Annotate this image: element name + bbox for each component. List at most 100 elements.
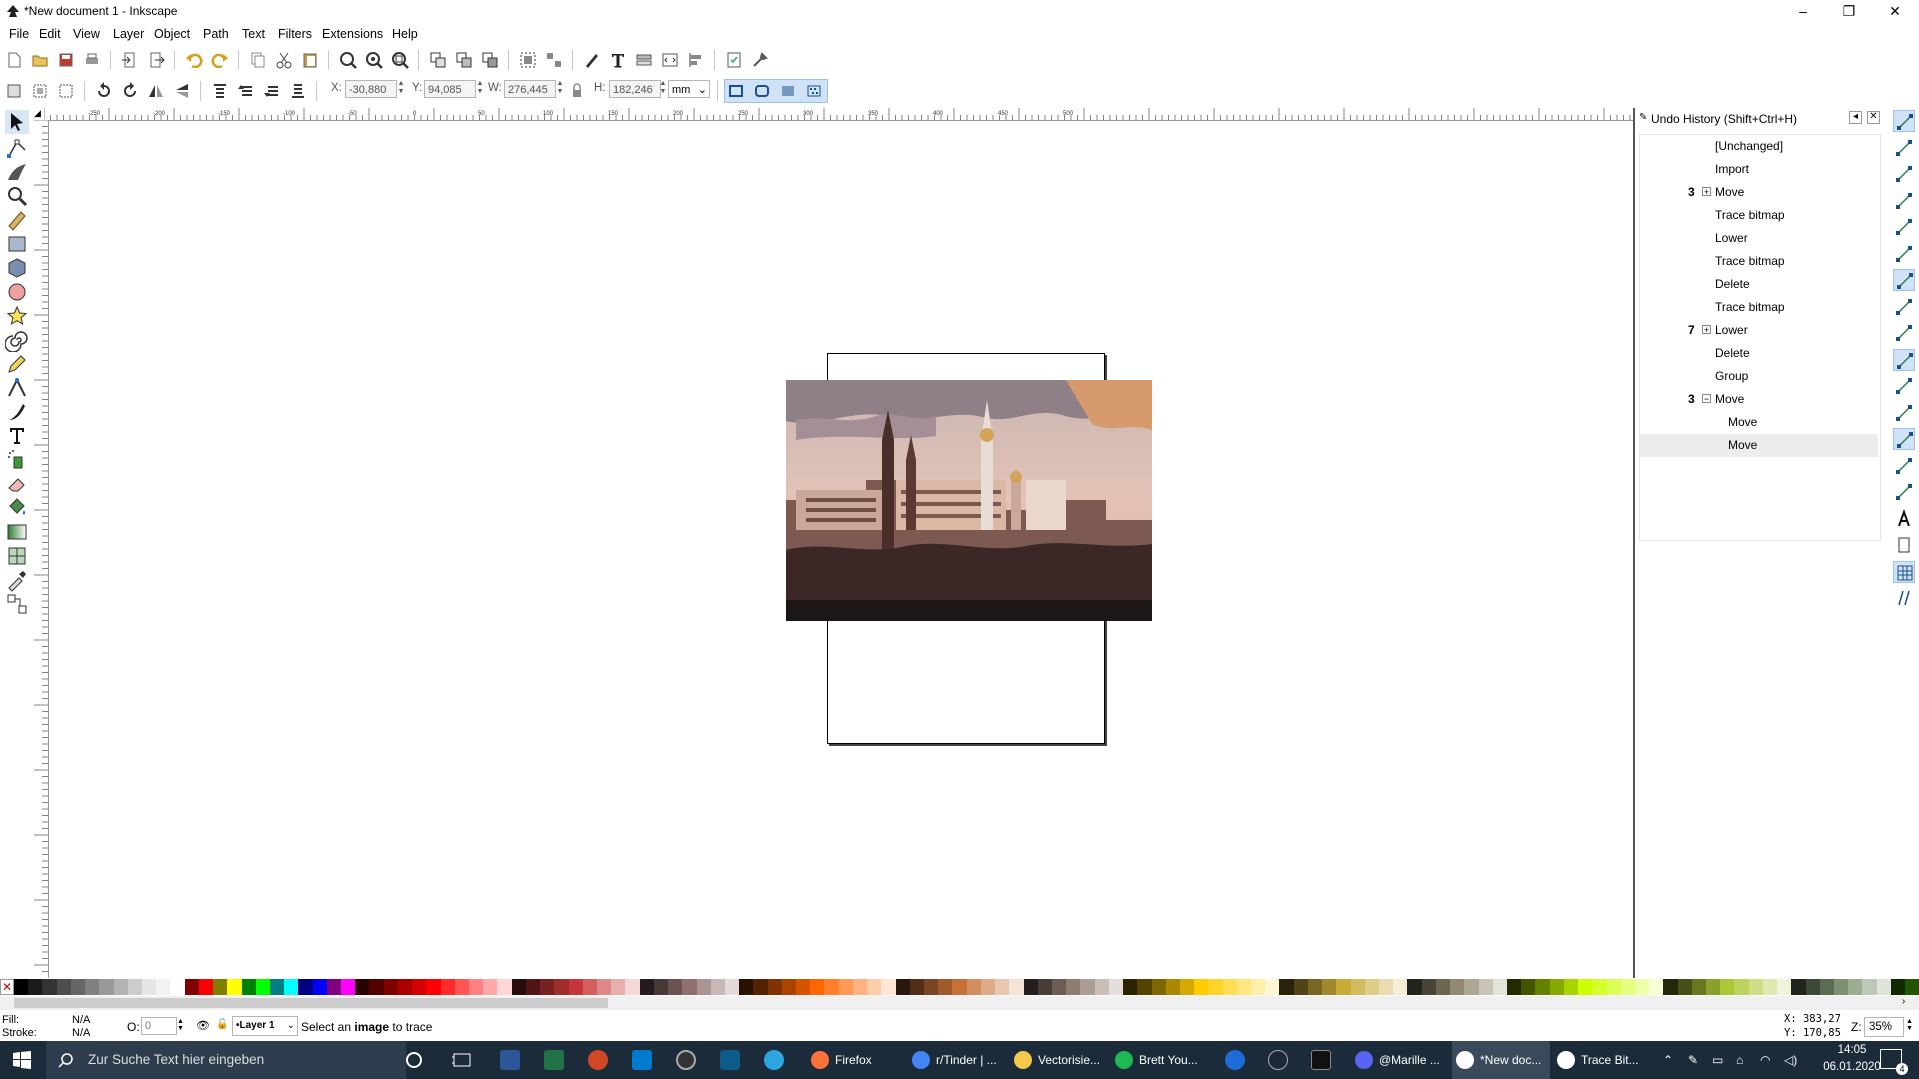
- copy-icon[interactable]: [248, 50, 268, 70]
- color-swatch[interactable]: [483, 979, 498, 995]
- epic-games-icon[interactable]: [1311, 1050, 1331, 1070]
- task-view-icon[interactable]: [452, 1051, 472, 1069]
- menu-text[interactable]: Text: [242, 27, 265, 41]
- transform-patterns-icon[interactable]: [804, 81, 824, 101]
- w-field[interactable]: 276,445: [504, 80, 556, 98]
- color-swatch[interactable]: [1748, 979, 1763, 995]
- color-swatch[interactable]: [1208, 979, 1223, 995]
- duplicate-icon[interactable]: [428, 50, 448, 70]
- color-swatch[interactable]: [653, 979, 669, 995]
- 3d-box-tool-icon[interactable]: [5, 256, 29, 280]
- color-swatch[interactable]: [1450, 979, 1465, 995]
- app-icon[interactable]: [720, 1050, 740, 1070]
- opacity-spinner[interactable]: ▲ ▼: [177, 1018, 184, 1032]
- history-item[interactable]: 3 + Move: [1640, 181, 1878, 204]
- color-swatch[interactable]: [1677, 979, 1692, 995]
- color-swatch[interactable]: [540, 979, 555, 995]
- color-swatch[interactable]: [838, 979, 853, 995]
- color-swatch[interactable]: [611, 979, 626, 995]
- import-icon[interactable]: [120, 50, 140, 70]
- redo-icon[interactable]: [210, 50, 230, 70]
- mesh-tool-icon[interactable]: [5, 544, 29, 568]
- color-swatch[interactable]: [995, 979, 1010, 995]
- print-icon[interactable]: [82, 50, 102, 70]
- color-swatch[interactable]: [1862, 979, 1877, 995]
- taskbar-app-button[interactable]: Vectorisie...: [1010, 1041, 1108, 1079]
- zoom-field[interactable]: 35%: [1864, 1017, 1904, 1037]
- color-swatch[interactable]: [1179, 979, 1195, 995]
- star-tool-icon[interactable]: [5, 304, 29, 328]
- color-swatch[interactable]: [1364, 979, 1379, 995]
- color-swatch[interactable]: [1606, 979, 1621, 995]
- color-swatch[interactable]: [1066, 979, 1081, 995]
- color-swatch[interactable]: [511, 979, 526, 995]
- snap-bbox-edge-icon[interactable]: [1893, 163, 1915, 185]
- history-item[interactable]: Trace bitmap: [1640, 296, 1878, 319]
- color-swatch[interactable]: [952, 979, 967, 995]
- excel-icon[interactable]: [544, 1050, 564, 1070]
- color-swatch[interactable]: [938, 979, 953, 995]
- color-swatch[interactable]: [568, 979, 583, 995]
- clock-time[interactable]: 14:05: [1822, 1044, 1882, 1056]
- search-box[interactable]: Zur Suche Text hier eingeben: [46, 1041, 406, 1079]
- tray-wifi-icon[interactable]: ◠: [1760, 1041, 1770, 1079]
- color-swatch[interactable]: [1464, 979, 1479, 995]
- panel-iconify-icon[interactable]: ◂: [1849, 111, 1862, 124]
- scale-corners-icon[interactable]: [752, 81, 772, 101]
- snap-intersection-icon[interactable]: [1893, 322, 1915, 344]
- rotate-cw-icon[interactable]: [120, 81, 140, 101]
- snap-enable-icon[interactable]: [1893, 110, 1915, 132]
- color-swatch[interactable]: [1791, 979, 1806, 995]
- color-swatch[interactable]: [1151, 979, 1166, 995]
- color-swatch[interactable]: [1009, 979, 1024, 995]
- color-swatch[interactable]: [113, 979, 128, 995]
- snap-grid-icon[interactable]: [1893, 560, 1915, 583]
- color-swatch[interactable]: [625, 979, 640, 995]
- color-swatch[interactable]: [582, 979, 597, 995]
- history-item[interactable]: Trace bitmap: [1640, 204, 1878, 227]
- color-swatch[interactable]: [255, 979, 270, 995]
- color-swatch[interactable]: [909, 979, 924, 995]
- color-swatch[interactable]: [99, 979, 114, 995]
- snap-smooth-icon[interactable]: [1893, 375, 1915, 397]
- color-swatch[interactable]: [1293, 979, 1308, 995]
- history-item[interactable]: Delete: [1640, 273, 1878, 296]
- color-swatch[interactable]: [724, 979, 740, 995]
- flip-horizontal-icon[interactable]: [146, 81, 166, 101]
- x-spinner[interactable]: ▲ ▼: [396, 80, 406, 98]
- color-swatch[interactable]: [696, 979, 711, 995]
- color-swatch[interactable]: [284, 979, 299, 995]
- color-swatch[interactable]: [1890, 979, 1906, 995]
- color-swatch[interactable]: [824, 979, 839, 995]
- zoom-tool-icon[interactable]: [5, 184, 29, 208]
- layer-lock-icon[interactable]: 🔓: [216, 1019, 228, 1030]
- color-swatch[interactable]: [1322, 979, 1337, 995]
- tray-expand-icon[interactable]: ⌃: [1663, 1041, 1673, 1079]
- rotate-ccw-icon[interactable]: [94, 81, 114, 101]
- color-swatch[interactable]: [1734, 979, 1749, 995]
- align-distribute-icon[interactable]: [686, 50, 706, 70]
- color-swatch[interactable]: [1706, 979, 1721, 995]
- color-swatch[interactable]: [1762, 979, 1778, 995]
- color-swatch[interactable]: [596, 979, 612, 995]
- color-swatch[interactable]: [1336, 979, 1351, 995]
- new-document-icon[interactable]: [4, 50, 24, 70]
- telegram-icon[interactable]: [764, 1050, 784, 1070]
- layer-select[interactable]: •Layer 1 ⌄: [232, 1016, 298, 1036]
- group-icon[interactable]: [518, 50, 538, 70]
- connector-tool-icon[interactable]: [5, 592, 29, 616]
- color-swatch[interactable]: [1251, 979, 1266, 995]
- color-swatch[interactable]: [1137, 979, 1152, 995]
- snap-bbox-corner-icon[interactable]: [1893, 190, 1915, 212]
- color-swatch[interactable]: [924, 979, 939, 995]
- color-swatch[interactable]: [767, 979, 782, 995]
- paste-icon[interactable]: [300, 50, 320, 70]
- color-swatch[interactable]: [1279, 979, 1294, 995]
- transform-gradients-icon[interactable]: [778, 81, 798, 101]
- color-swatch[interactable]: [184, 979, 199, 995]
- color-swatch[interactable]: [497, 979, 512, 995]
- ungroup-icon[interactable]: [544, 50, 564, 70]
- snap-rotation-center-icon[interactable]: [1893, 481, 1915, 503]
- gradient-tool-icon[interactable]: [5, 520, 29, 544]
- color-swatch[interactable]: [1236, 979, 1252, 995]
